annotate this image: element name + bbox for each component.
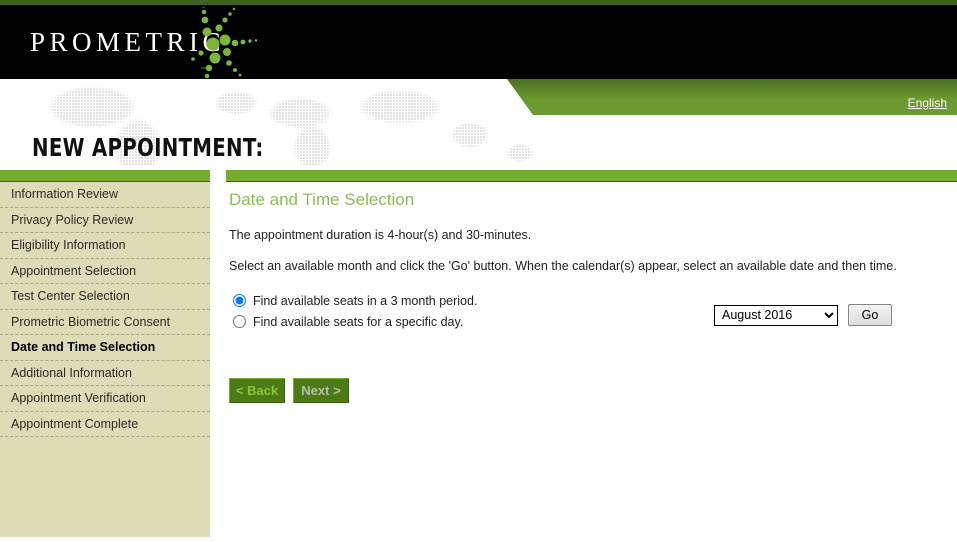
search-mode-radio-2[interactable]	[233, 315, 246, 328]
sidebar-item-label: Privacy Policy Review	[11, 212, 134, 227]
sidebar-item-appointment-selection[interactable]: Appointment Selection	[0, 259, 210, 284]
sidebar-item-information-review[interactable]: Information Review	[0, 182, 210, 208]
search-options-group: Find available seats in a 3 month period…	[229, 290, 957, 336]
sidebar-item-date-and-time-selection[interactable]: Date and Time Selection	[0, 335, 210, 361]
sidebar-item-appointment-verification[interactable]: Appointment Verification	[0, 386, 210, 412]
next-button[interactable]: Next >	[293, 378, 349, 403]
month-select[interactable]: August 2016	[714, 304, 838, 326]
language-banner	[507, 79, 957, 115]
sidebar-top-bar	[0, 170, 210, 182]
appointment-duration-text: The appointment duration is 4-hour(s) an…	[229, 228, 532, 242]
sidebar-item-label: Appointment Complete	[11, 416, 139, 431]
language-link[interactable]: English	[908, 96, 947, 110]
sidebar-nav: Information Review Privacy Policy Review E…	[0, 182, 210, 537]
content-top-bar	[226, 170, 957, 182]
sidebar-item-test-center-selection[interactable]: Test Center Selection	[0, 284, 210, 310]
page-title: NEW APPOINTMENT:	[32, 133, 264, 162]
sidebar-item-label: Appointment Verification	[11, 391, 146, 405]
month-controls: August 2016 Go	[714, 304, 892, 326]
search-mode-label-1[interactable]: Find available seats in a 3 month period…	[253, 294, 477, 308]
prometric-starburst-icon	[191, 7, 258, 79]
sidebar-item-label: Additional Information	[11, 365, 132, 380]
section-heading: Date and Time Selection	[229, 190, 415, 209]
masthead: PROMETRIC ™	[0, 5, 957, 79]
sidebar-item-label: Prometric Biometric Consent	[11, 314, 171, 329]
sidebar-item-label: Test Center Selection	[11, 289, 130, 303]
sidebar-item-prometric-biometric-consent[interactable]: Prometric Biometric Consent	[0, 310, 210, 335]
sidebar-item-eligibility-information[interactable]: Eligibility Information	[0, 233, 210, 259]
sidebar-item-privacy-policy-review[interactable]: Privacy Policy Review	[0, 208, 210, 233]
sidebar-item-label: Information Review	[11, 187, 118, 201]
instruction-text: Select an available month and click the …	[229, 259, 897, 273]
sidebar-item-appointment-complete[interactable]: Appointment Complete	[0, 412, 210, 437]
sidebar-item-label: Appointment Selection	[11, 263, 137, 278]
wizard-nav-buttons: < Back Next >	[229, 378, 349, 403]
sidebar-item-label: Eligibility Information	[11, 238, 126, 252]
sidebar-item-additional-information[interactable]: Additional Information	[0, 361, 210, 386]
trademark-symbol: ™	[200, 67, 206, 73]
sidebar-item-label: Date and Time Selection	[11, 340, 156, 354]
back-button[interactable]: < Back	[229, 378, 285, 403]
search-mode-label-2[interactable]: Find available seats for a specific day.	[253, 315, 463, 329]
go-button[interactable]: Go	[848, 304, 892, 326]
main-content: Date and Time Selection The appointment …	[226, 190, 957, 403]
search-mode-radio-1[interactable]	[233, 294, 246, 307]
